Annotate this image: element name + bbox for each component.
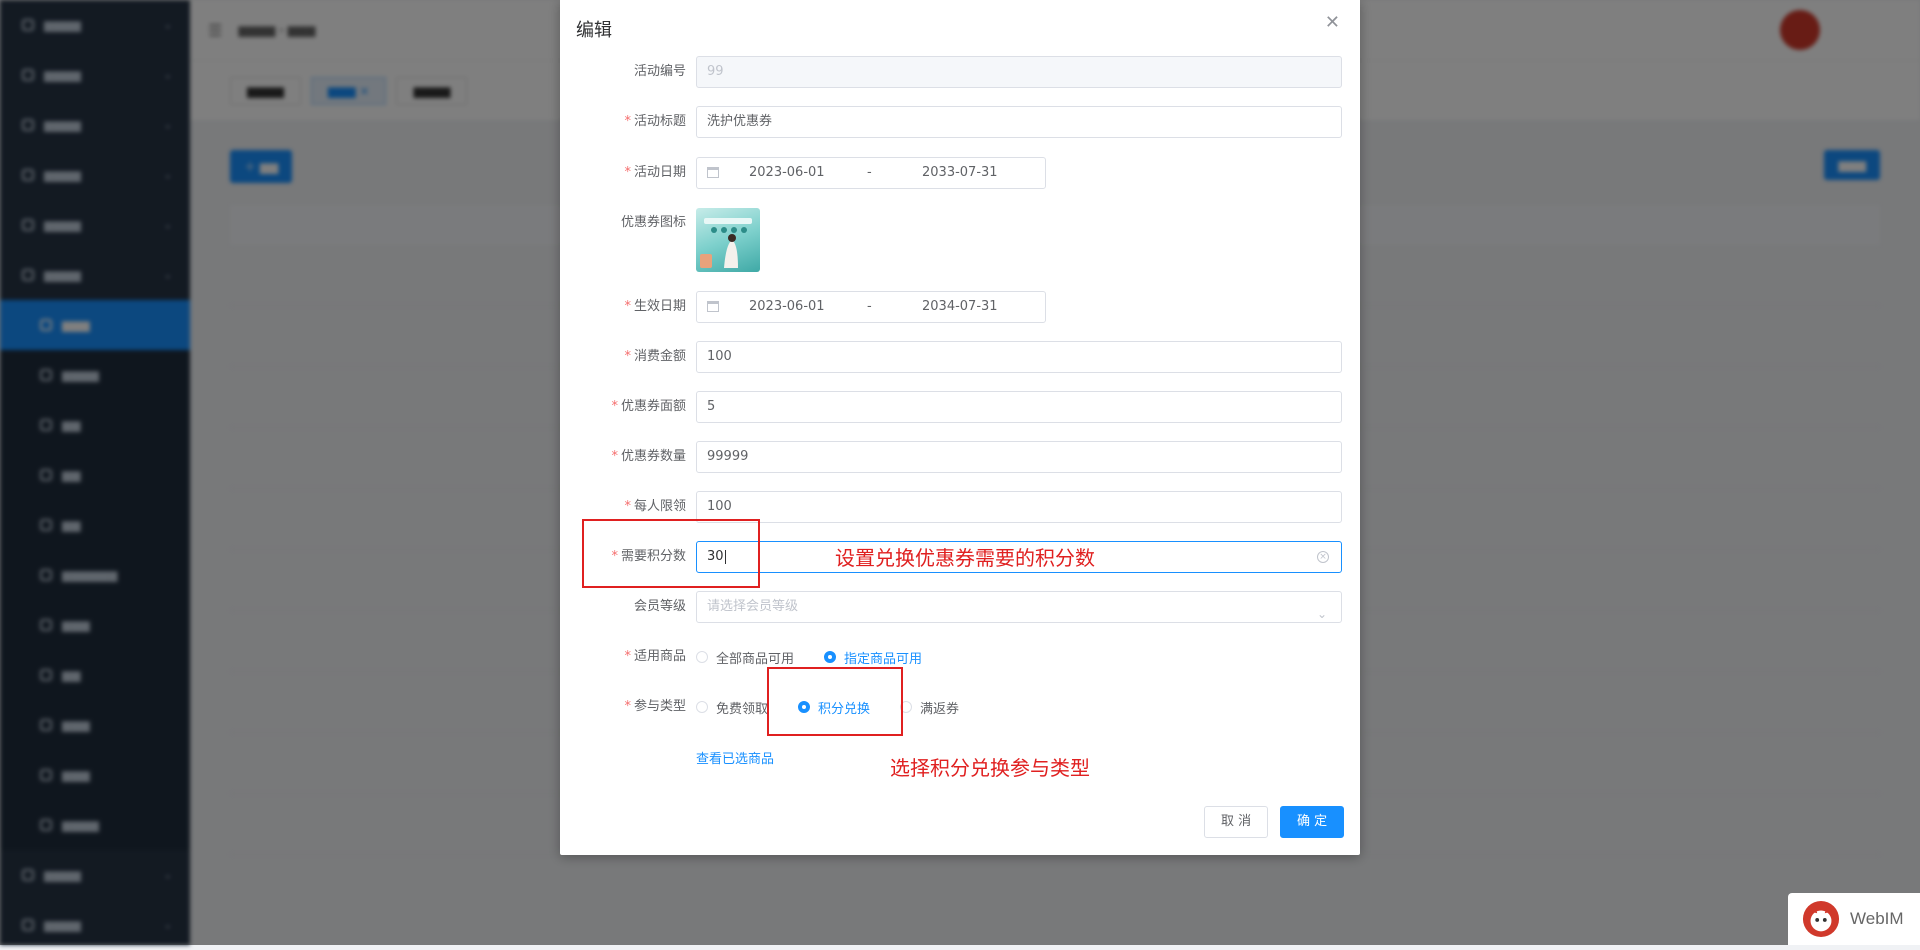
effective-start-date[interactable]: 2023-06-01 <box>749 292 825 322</box>
applicable-goods-label: * 适用商品 <box>624 649 686 664</box>
member-level-select[interactable]: 请选择会员等级 ⌄ <box>696 591 1342 623</box>
radio-label: 免费领取 <box>716 701 769 717</box>
activity-date-label: * 活动日期 <box>624 165 686 180</box>
row-activity-title: * 活动标题 洗护优惠券 <box>560 106 1360 138</box>
row-spend-amount: * 消费金额 100 <box>560 341 1360 373</box>
edit-dialog: 编辑 ✕ 活动编号 99 * 活动标题 洗护优惠券 * 活动日期 2023-06-0… <box>560 0 1360 855</box>
member-level-placeholder: 请选择会员等级 <box>707 599 799 614</box>
calendar-icon <box>707 301 719 312</box>
activity-title-input[interactable]: 洗护优惠券 <box>696 106 1342 138</box>
radio-label: 指定商品可用 <box>844 651 923 667</box>
date-separator: - <box>867 299 872 314</box>
type-annotation-text: 选择积分兑换参与类型 <box>890 756 1090 780</box>
radio-full-return[interactable]: 满返券 <box>900 698 959 717</box>
clear-icon[interactable]: × <box>1317 551 1329 563</box>
spend-amount-input[interactable]: 100 <box>696 341 1342 373</box>
activity-no-label: 活动编号 <box>633 64 686 79</box>
type-annotation-box <box>767 667 903 736</box>
points-annotation-box <box>582 519 760 588</box>
row-effective-date: * 生效日期 2023-06-01 - 2034-07-31 <box>560 291 1360 323</box>
calendar-icon <box>707 167 719 178</box>
effective-date-label: * 生效日期 <box>624 299 686 314</box>
row-coupon-icon: 优惠券图标 <box>560 207 1360 239</box>
activity-start-date[interactable]: 2023-06-01 <box>749 158 825 188</box>
member-level-label: 会员等级 <box>633 599 686 614</box>
effective-end-date[interactable]: 2034-07-31 <box>922 292 998 322</box>
radio-label: 满返券 <box>920 701 960 717</box>
radio-checked-icon <box>824 651 837 663</box>
coupon-value-input[interactable]: 5 <box>696 391 1342 423</box>
dialog-title: 编辑 <box>576 20 612 41</box>
radio-circle-icon <box>696 701 708 713</box>
date-separator: - <box>867 165 872 180</box>
row-activity-date: * 活动日期 2023-06-01 - 2033-07-31 <box>560 157 1360 189</box>
effective-date-range-picker[interactable]: 2023-06-01 - 2034-07-31 <box>696 291 1046 323</box>
coupon-image[interactable] <box>696 208 760 272</box>
chevron-down-icon: ⌄ <box>1316 607 1327 621</box>
coupon-value-label: * 优惠券面额 <box>611 399 686 414</box>
activity-title-label: * 活动标题 <box>624 114 686 129</box>
per-person-limit-input[interactable]: 100 <box>696 491 1342 523</box>
confirm-button[interactable]: 确 定 <box>1280 806 1345 838</box>
radio-circle-icon <box>696 651 708 663</box>
webim-logo-icon <box>1802 900 1840 938</box>
view-selected-goods-link[interactable]: 查看已选商品 <box>696 748 774 767</box>
row-activity-no: 活动编号 99 <box>560 56 1360 88</box>
radio-free-claim[interactable]: 免费领取 <box>696 698 768 717</box>
cancel-button[interactable]: 取 消 <box>1204 806 1269 838</box>
spend-amount-label: * 消费金额 <box>624 349 686 364</box>
row-participation-type: * 参与类型 免费领取 积分兑换 满返券 <box>560 691 1360 723</box>
row-member-level: 会员等级 请选择会员等级 ⌄ <box>560 591 1360 623</box>
activity-end-date[interactable]: 2033-07-31 <box>922 158 998 188</box>
radio-specified-goods[interactable]: 指定商品可用 <box>824 648 922 667</box>
row-applicable-goods: * 适用商品 全部商品可用 指定商品可用 <box>560 641 1360 673</box>
coupon-count-input[interactable]: 99999 <box>696 441 1342 473</box>
activity-date-range-picker[interactable]: 2023-06-01 - 2033-07-31 <box>696 157 1046 189</box>
points-annotation-text: 设置兑换优惠券需要的积分数 <box>835 546 1095 570</box>
activity-no-input: 99 <box>696 56 1342 88</box>
row-coupon-value: * 优惠券面额 5 <box>560 391 1360 423</box>
radio-all-goods[interactable]: 全部商品可用 <box>696 648 794 667</box>
participation-type-label: * 参与类型 <box>624 699 686 714</box>
row-coupon-count: * 优惠券数量 99999 <box>560 441 1360 473</box>
close-icon[interactable]: ✕ <box>1325 12 1340 33</box>
webim-widget[interactable]: WebIM <box>1788 893 1920 945</box>
coupon-count-label: * 优惠券数量 <box>611 449 686 464</box>
coupon-icon-label: 优惠券图标 <box>620 215 686 230</box>
radio-label: 全部商品可用 <box>716 651 795 667</box>
webim-label: WebIM <box>1850 909 1904 928</box>
